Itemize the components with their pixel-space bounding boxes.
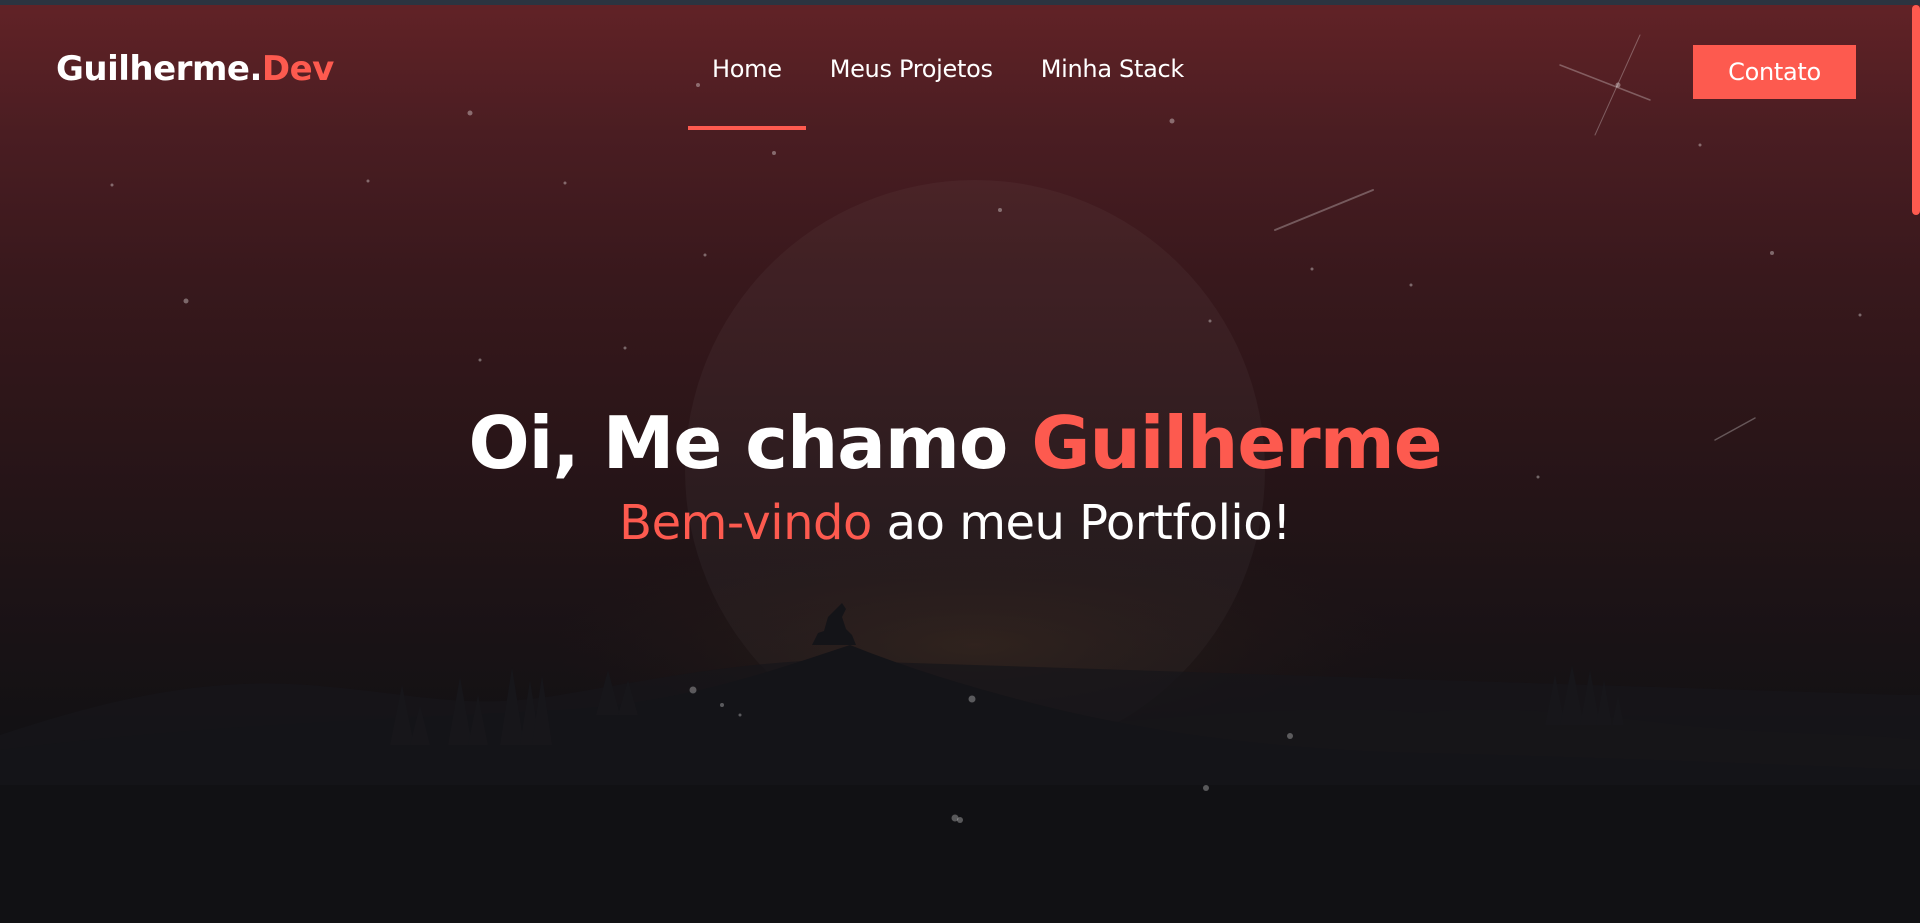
nav-item-meus-projetos[interactable]: Meus Projetos — [806, 5, 1017, 135]
hero-headline: Oi, Me chamo Guilherme — [0, 401, 1910, 485]
main-nav: Home Meus Projetos Minha Stack — [688, 5, 1208, 135]
welcome-accent: Bem-vindo — [619, 495, 872, 551]
nav-item-label: Minha Stack — [1040, 55, 1185, 83]
nav-item-label: Home — [712, 55, 782, 83]
hero-name: Guilherme — [1031, 401, 1442, 485]
shooting-stars — [1274, 34, 1756, 441]
page-scrollbar[interactable] — [1912, 5, 1920, 923]
greeting-text: Oi, Me chamo — [468, 401, 1032, 485]
browser-top-edge — [0, 0, 1920, 5]
contact-button[interactable]: Contato — [1693, 45, 1856, 99]
nav-item-label: Meus Projetos — [829, 55, 993, 83]
welcome-rest: ao meu Portfolio! — [871, 495, 1292, 551]
hero-subtitle: Bem-vindo ao meu Portfolio! — [0, 495, 1910, 551]
hero-section: Guilherme.Dev Home Meus Projetos Minha S… — [0, 5, 1920, 923]
site-logo[interactable]: Guilherme.Dev — [56, 49, 334, 89]
scrollbar-thumb[interactable] — [1912, 5, 1920, 215]
nav-item-minha-stack[interactable]: Minha Stack — [1017, 5, 1208, 135]
nav-item-home[interactable]: Home — [688, 5, 806, 135]
logo-name: Guilherme. — [56, 49, 262, 89]
logo-accent: Dev — [261, 49, 334, 89]
